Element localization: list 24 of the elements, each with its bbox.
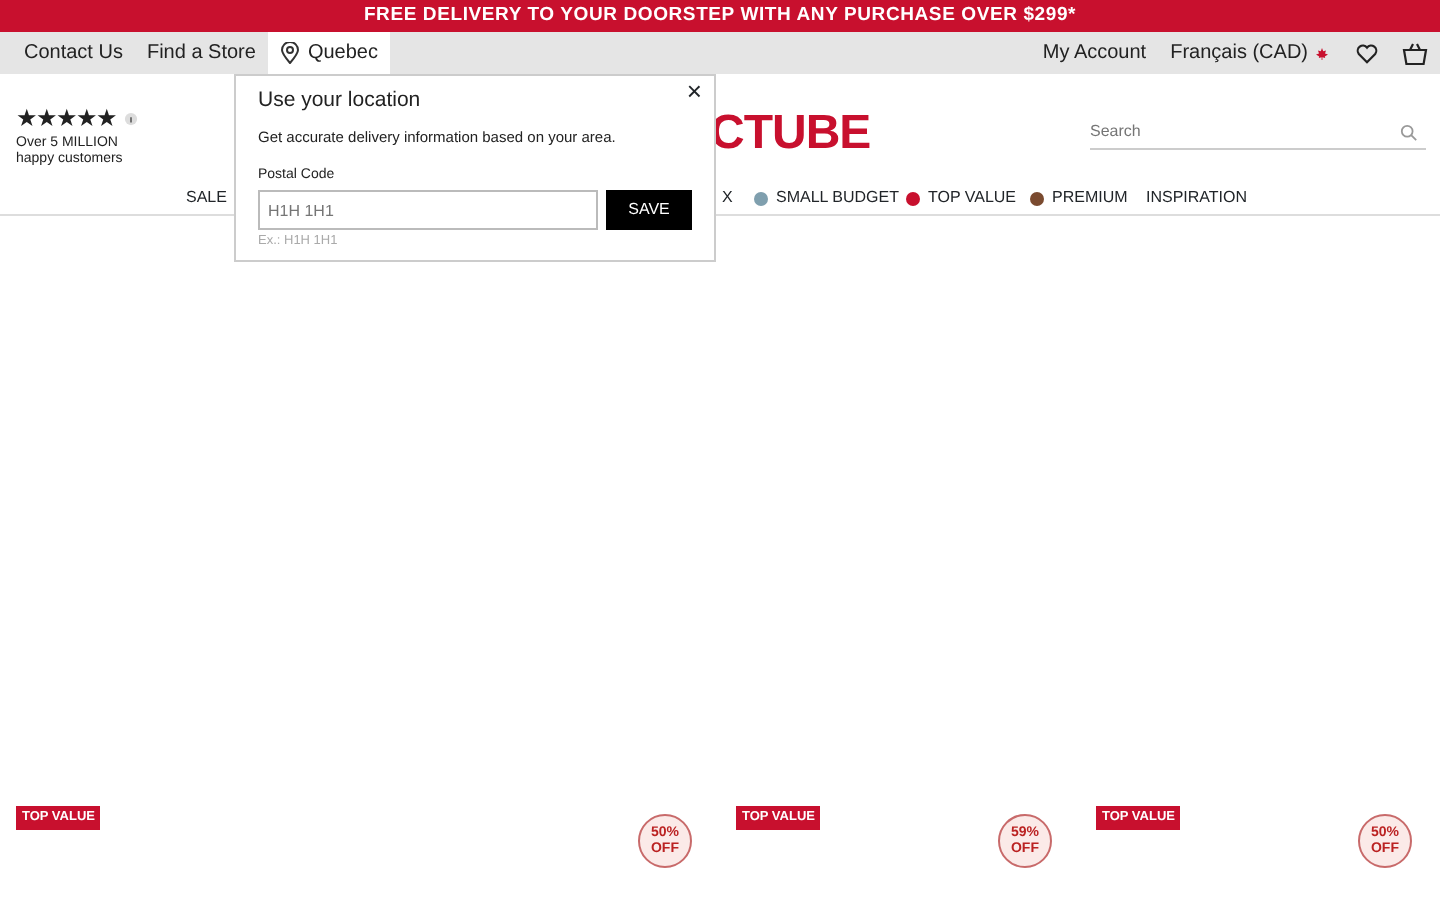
language-link[interactable]: Français (CAD)	[1158, 32, 1340, 74]
nav-link[interactable]: SALE	[186, 186, 227, 210]
nav-link[interactable]: PREMIUM	[1030, 186, 1128, 210]
promo-banner: FREE DELIVERY TO YOUR DOORSTEP WITH ANY PURCHASE OVER $299*	[0, 0, 1440, 32]
popover-title: Use your location	[258, 88, 423, 114]
star-rating: ★★★★★	[16, 102, 116, 136]
nav-link[interactable]: X	[722, 186, 733, 210]
postal-code-field[interactable]: H1H 1H1	[258, 190, 598, 231]
heart-icon[interactable]	[1356, 43, 1378, 63]
basket-icon[interactable]	[1402, 41, 1428, 65]
nav-link[interactable]: Find a Store	[134, 32, 268, 74]
search-icon[interactable]	[1400, 124, 1418, 142]
location-pin-icon	[279, 42, 300, 64]
account-link[interactable]: My Account	[1030, 32, 1159, 74]
save-button[interactable]: SAVE	[606, 190, 692, 231]
nav-link[interactable]: Contact Us	[12, 32, 135, 74]
maple-leaf-icon	[1316, 47, 1328, 59]
nav-link[interactable]: INSPIRATION	[1146, 186, 1248, 210]
nav-link[interactable]: TOP VALUE	[906, 186, 1017, 210]
close-button[interactable]: ×	[686, 78, 702, 106]
location-link[interactable]: Quebec	[267, 32, 390, 74]
nav-link[interactable]: SMALL BUDGET	[754, 186, 899, 210]
info-icon	[124, 111, 138, 125]
logo[interactable]: CTUBE	[710, 98, 871, 170]
